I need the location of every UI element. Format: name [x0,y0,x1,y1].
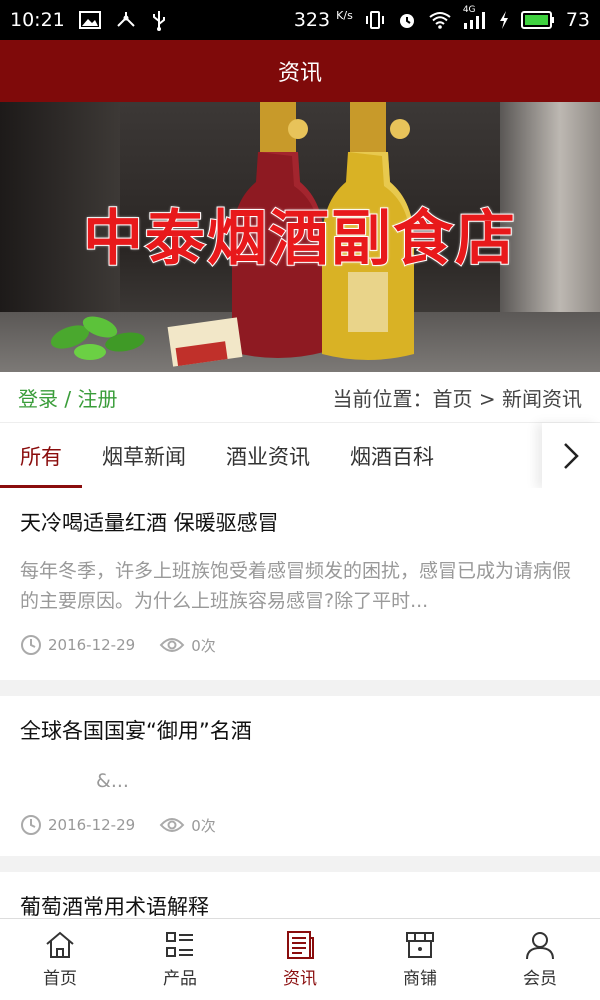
bottom-nav: 首页 产品 资讯 商铺 会员 [0,918,600,1000]
battery-icon [520,11,555,29]
charging-icon [498,10,510,30]
status-bar: 10:21 323 K/s 4G 73 [0,0,600,40]
usb-icon [151,9,167,31]
vibrate-icon [364,11,386,29]
news-summary: 每年冬季，许多上班族饱受着感冒频发的困扰，感冒已成为请病假的主要原因。为什么上班… [20,560,572,612]
auth-links: 登录 / 注册 [18,383,117,412]
home-icon [46,931,74,958]
tab-tobacco-news[interactable]: 烟草新闻 [82,423,206,489]
nav-home-label: 首页 [43,969,77,989]
breadcrumb-current: 新闻资讯 [502,386,582,411]
nav-products-label: 产品 [163,969,197,989]
nav-news-label: 资讯 [283,969,317,989]
page-title: 资讯 [277,61,322,86]
news-list: 天冷喝适量红酒 保暖驱感冒 每年冬季，许多上班族饱受着感冒频发的困扰，感冒已成为… [0,488,600,988]
category-tabs: 所有 烟草新闻 酒业资讯 烟酒百科 [0,422,600,489]
banner-title: 中泰烟酒副食店 [82,203,517,275]
news-item[interactable]: 天冷喝适量红酒 保暖驱感冒 每年冬季，许多上班族饱受着感冒频发的困扰，感冒已成为… [0,488,600,680]
breadcrumb: 当前位置：首页 > 新闻资讯 [333,383,582,412]
banner[interactable]: 中泰烟酒副食店 [0,102,600,372]
shop-icon [406,932,434,958]
alarm-icon [397,10,417,30]
breadcrumb-arrow: > [478,386,496,411]
eye-icon [159,638,185,652]
battery-level: 73 [565,9,590,31]
news-title[interactable]: 天冷喝适量红酒 保暖驱感冒 [20,508,580,538]
clock-icon [21,635,41,655]
network-speed: 323 K/s [293,9,353,31]
tab-all[interactable]: 所有 [0,423,82,489]
nav-shop[interactable]: 商铺 [360,919,480,1000]
plant-image [50,316,145,360]
breadcrumb-label: 当前位置： [332,386,433,411]
chevron-right-icon [564,443,579,469]
clock-icon [21,815,41,835]
tab-encyclopedia[interactable]: 烟酒百科 [330,423,454,489]
news-icon [287,931,314,959]
news-summary: &... [96,770,129,792]
location-bar: 登录 / 注册 当前位置：首页 > 新闻资讯 [0,372,600,422]
packet-image [167,317,243,367]
breadcrumb-home[interactable]: 首页 [433,387,473,411]
news-title[interactable]: 全球各国国宴“御用”名酒 [20,716,580,746]
nav-news[interactable]: 资讯 [240,919,360,1000]
nav-member[interactable]: 会员 [480,919,600,1000]
nav-member-label: 会员 [523,969,557,989]
auth-separator: / [64,386,72,411]
news-views: 0次 [191,816,216,835]
news-views: 0次 [191,636,216,655]
login-link[interactable]: 登录 [18,387,58,411]
member-icon [526,932,554,960]
news-date: 2016-12-29 [48,636,136,654]
tab-liquor-news[interactable]: 酒业资讯 [206,423,330,489]
news-date: 2016-12-29 [48,816,136,834]
image-icon [78,11,101,29]
status-time: 10:21 [10,9,65,31]
news-meta: 2016-12-29 0次 [20,616,580,674]
app-bar: 资讯 [0,40,600,102]
register-link[interactable]: 注册 [77,387,117,411]
tabs-scroll-button[interactable] [542,423,600,489]
nav-shop-label: 商铺 [403,969,437,989]
nav-products[interactable]: 产品 [120,919,240,1000]
nav-home[interactable]: 首页 [0,919,120,1000]
usb-tether-icon [115,10,137,30]
wifi-icon [428,11,452,29]
signal-icon: 4G [463,5,487,29]
news-meta: 2016-12-29 0次 [20,796,580,854]
news-item[interactable]: 全球各国国宴“御用”名酒 &... 2016-12-29 0次 [0,696,600,856]
product-list-icon [166,932,193,957]
eye-icon [159,818,185,832]
